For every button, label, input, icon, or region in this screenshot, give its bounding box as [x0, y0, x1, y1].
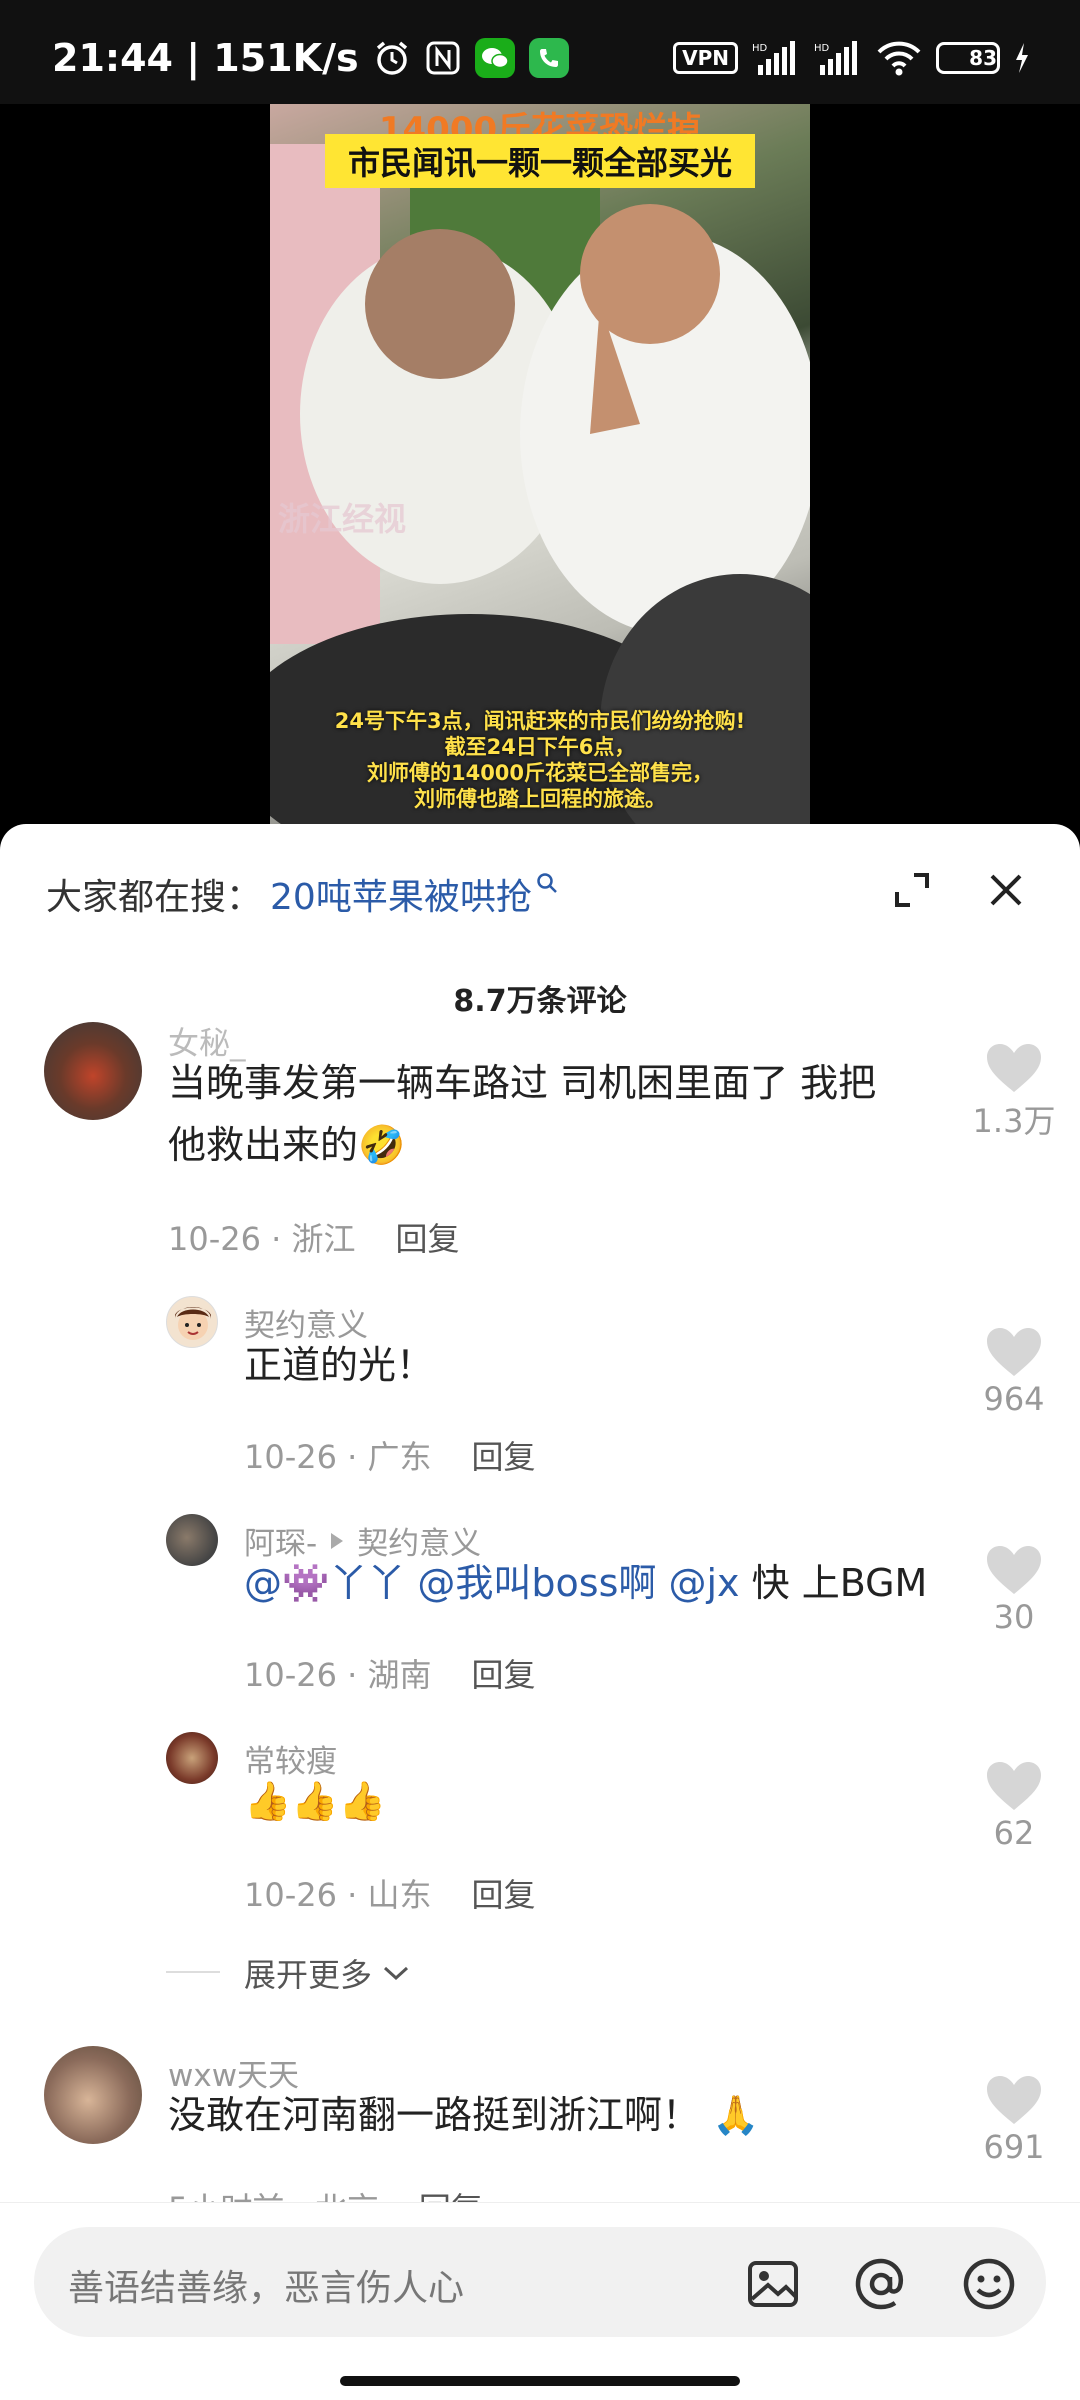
video-caption-line: 24号下午3点，闻讯赶来的市民们纷纷抢购!: [334, 709, 746, 733]
comment-text: 没敢在河南翻一路挺到浙江啊！ 🙏: [168, 2084, 759, 2146]
close-icon[interactable]: [986, 870, 1026, 910]
avatar[interactable]: [44, 1022, 142, 1120]
heart-icon: [987, 1044, 1041, 1092]
praying-hands-emoji: 🙏: [712, 2093, 760, 2137]
like-count: 62: [993, 1814, 1035, 1852]
reply-meta: 10-26 · 山东 回复: [244, 1870, 536, 1916]
like-button[interactable]: 964: [964, 1326, 1064, 1418]
vpn-badge: VPN: [673, 42, 738, 74]
video-caption-line: 刘师傅也踏上回程的旅途。: [414, 787, 666, 811]
charging-icon: [1016, 43, 1028, 73]
comment-sheet: 大家都在搜： 20吨苹果被哄抢 8.7万条评论 女秘_ 当晚事发第一辆车路过 司…: [0, 824, 1080, 2400]
like-button[interactable]: 30: [964, 1544, 1064, 1636]
like-button[interactable]: 1.3万: [964, 1042, 1064, 1142]
reply-button[interactable]: 回复: [472, 1876, 536, 1914]
comment-count: 8.7万条评论: [453, 984, 627, 1019]
avatar[interactable]: [166, 1732, 218, 1784]
status-time-speed: 21:44 | 151K/s: [52, 36, 359, 80]
signal-icon-2: HD: [814, 41, 857, 75]
reply-text: @👾丫丫 @我叫boss啊 @jx 快 上BGM: [244, 1552, 927, 1614]
trending-search-link[interactable]: 20吨苹果被哄抢: [270, 868, 532, 920]
expand-more-label: 展开更多: [244, 1956, 373, 1994]
video-player[interactable]: 14000斤花菜恐烂掉 市民闻讯一颗一颗全部买光 浙江经视 24号下午3点，闻讯…: [0, 104, 1080, 834]
comment-input-bar: 善语结善缘，恶言伤人心: [0, 2202, 1080, 2400]
reply-date-location: 10-26 · 广东: [244, 1438, 432, 1476]
fullscreen-icon[interactable]: [892, 870, 932, 910]
avatar[interactable]: [166, 1296, 218, 1348]
like-count: 1.3万: [972, 1102, 1056, 1140]
reply-text: 正道的光！: [244, 1343, 435, 1387]
comment-date-location: 10-26 · 浙江: [168, 1220, 356, 1258]
image-icon[interactable]: [746, 2257, 800, 2311]
comment-input[interactable]: 善语结善缘，恶言伤人心: [34, 2227, 1046, 2337]
comment-input-placeholder: 善语结善缘，恶言伤人心: [68, 2268, 465, 2309]
like-button[interactable]: 691: [964, 2074, 1064, 2166]
video-frame[interactable]: 14000斤花菜恐烂掉 市民闻讯一颗一颗全部买光 浙江经视 24号下午3点，闻讯…: [270, 104, 810, 834]
comment-text-line: 他救出来的: [168, 1123, 359, 1167]
like-button[interactable]: 62: [964, 1760, 1064, 1852]
wifi-icon: [877, 41, 921, 76]
comment-text: 当晚事发第一辆车路过 司机困里面了 我把 他救出来的🤣: [168, 1052, 958, 1176]
comment-meta: 10-26 · 浙江 回复: [168, 1214, 460, 1260]
video-caption-line: 截至24日下午6点，: [444, 735, 636, 759]
mention-icon[interactable]: [854, 2257, 908, 2311]
phone-app-icon: [528, 38, 569, 78]
reply-button[interactable]: 回复: [396, 1220, 460, 1258]
avatar-cartoon-face: [175, 1307, 211, 1340]
trending-search-row: 大家都在搜： 20吨苹果被哄抢: [46, 864, 1040, 924]
like-count: 691: [983, 2128, 1045, 2166]
status-bar: 21:44 | 151K/s VPN HD HD 83: [0, 0, 1080, 104]
like-count: 30: [993, 1598, 1035, 1636]
reply-button[interactable]: 回复: [472, 1656, 536, 1694]
status-right: VPN HD HD 83: [673, 40, 1030, 76]
heart-icon: [987, 2076, 1041, 2124]
comment-text-line: 没敢在河南翻一路挺到浙江啊！: [168, 2093, 701, 2137]
search-icon[interactable]: [536, 871, 558, 901]
nfc-icon: [426, 41, 460, 75]
comment-text-line: 当晚事发第一辆车路过 司机困里面了 我把: [168, 1061, 877, 1105]
divider: [166, 1971, 220, 1973]
avatar[interactable]: [166, 1514, 218, 1566]
comment-text-line2-wrap: 他救出来的🤣: [168, 1114, 958, 1176]
video-caption: 24号下午3点，闻讯赶来的市民们纷纷抢购! 截至24日下午6点， 刘师傅的140…: [270, 708, 810, 812]
signal-icon-1: HD: [752, 41, 795, 75]
like-count: 964: [983, 1380, 1045, 1418]
svg-text:HD: HD: [752, 43, 768, 54]
heart-icon: [987, 1328, 1041, 1376]
heart-icon: [987, 1546, 1041, 1594]
mention-link[interactable]: @jx: [668, 1561, 739, 1605]
reply-meta: 10-26 · 湖南 回复: [244, 1650, 536, 1696]
reply-date-location: 10-26 · 湖南: [244, 1656, 432, 1694]
reply-meta: 10-26 · 广东 回复: [244, 1432, 536, 1478]
laughing-emoji: 🤣: [358, 1123, 406, 1167]
reply-text-tail: 快 上BGM: [751, 1561, 928, 1605]
battery-icon: 83: [936, 42, 1000, 74]
avatar[interactable]: [44, 2046, 142, 2144]
trending-search-prefix: 大家都在搜：: [46, 877, 263, 918]
video-caption-line: 刘师傅的14000斤花菜已全部售完，: [366, 761, 714, 785]
heart-icon: [987, 1762, 1041, 1810]
mention-link[interactable]: @👾丫丫: [244, 1561, 405, 1605]
emoji-icon[interactable]: [962, 2257, 1016, 2311]
expand-more-button[interactable]: 展开更多: [244, 1950, 410, 1996]
reply-button[interactable]: 回复: [472, 1438, 536, 1476]
status-left: 21:44 | 151K/s: [52, 36, 569, 80]
video-headline-banner: 市民闻讯一颗一颗全部买光: [325, 134, 755, 188]
wechat-icon: [474, 38, 515, 78]
svg-text:HD: HD: [814, 43, 830, 54]
mention-link[interactable]: @我叫boss啊: [417, 1561, 656, 1605]
battery-level: 83: [969, 46, 997, 70]
chevron-down-icon: [384, 1966, 409, 1981]
home-indicator[interactable]: [340, 2376, 740, 2386]
alarm-icon: [376, 41, 407, 75]
reply-text: 👍👍👍: [244, 1779, 386, 1823]
video-watermark: 浙江经视: [278, 500, 407, 538]
reply-arrow-icon: [331, 1532, 344, 1549]
reply-date-location: 10-26 · 山东: [244, 1876, 432, 1914]
